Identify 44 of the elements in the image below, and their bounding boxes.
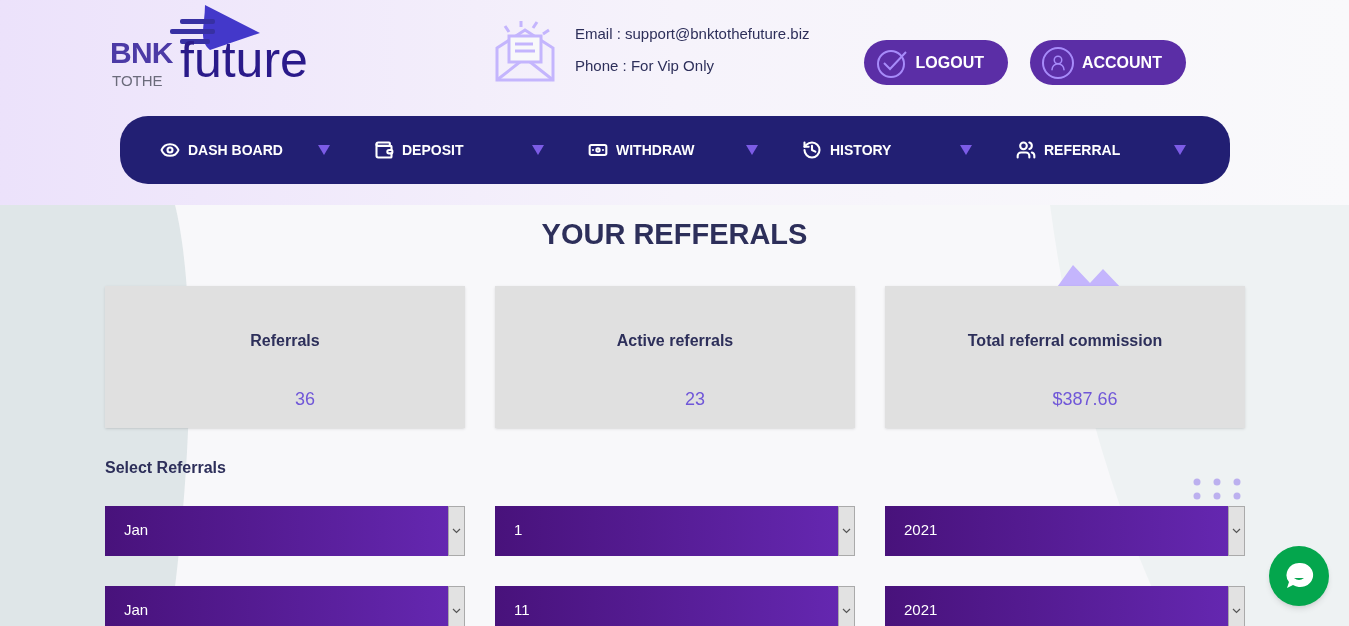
- chevron-down-icon: [452, 527, 461, 534]
- stat-value: $387.66: [1052, 387, 1118, 411]
- dropdown-caret-icon[interactable]: [1174, 145, 1186, 155]
- chevron-down-icon: [1232, 527, 1241, 534]
- page-title: YOUR REFFERALS: [541, 217, 808, 252]
- stat-value: 23: [685, 387, 705, 411]
- nav-item[interactable]: REFERRAL: [1016, 139, 1174, 161]
- email-text: Email : support@bnktothefuture.biz: [575, 24, 810, 44]
- stat-label: Active referrals: [616, 330, 734, 351]
- stat-label: Total referral commission: [967, 330, 1163, 351]
- select-field[interactable]: Jan: [105, 505, 465, 556]
- logout-button[interactable]: LOGOUT: [863, 40, 1008, 85]
- logo-text: future: [180, 35, 308, 85]
- nav-item-icon: [374, 140, 394, 160]
- chevron-down-icon: [842, 607, 851, 614]
- logo-text: TOTHE: [112, 73, 163, 88]
- stat-label: Referrals: [250, 330, 320, 351]
- chevron-down-icon: [842, 527, 851, 534]
- chevron-down-icon: [452, 607, 461, 614]
- phone-text: Phone : For Vip Only: [575, 55, 715, 76]
- nav-item[interactable]: HISTORY: [802, 139, 960, 161]
- account-button[interactable]: ACCOUNT: [1029, 40, 1186, 85]
- select-field[interactable]: 2021: [885, 585, 1245, 626]
- nav-item-icon: [802, 140, 822, 160]
- nav-item[interactable]: WITHDRAW: [588, 139, 746, 161]
- nav-item-icon: [1016, 140, 1036, 160]
- nav-item-icon: [160, 140, 180, 160]
- section-heading: Select Referrals: [105, 458, 226, 476]
- logo-text: BNK: [110, 38, 173, 68]
- dropdown-caret-icon[interactable]: [532, 145, 544, 155]
- chevron-down-icon: [1232, 607, 1241, 614]
- dropdown-caret-icon[interactable]: [960, 145, 972, 155]
- nav-item[interactable]: DEPOSIT: [374, 139, 532, 161]
- select-field[interactable]: 11: [495, 585, 855, 626]
- dropdown-caret-icon[interactable]: [318, 145, 330, 155]
- dropdown-caret-icon[interactable]: [746, 145, 758, 155]
- envelope-icon: [493, 20, 557, 84]
- select-field[interactable]: Jan: [105, 585, 465, 626]
- select-field[interactable]: 2021: [885, 505, 1245, 556]
- stat-value: 36: [295, 387, 315, 411]
- nav-item[interactable]: DASH BOARD: [160, 139, 318, 161]
- chat-bubble-icon: [1284, 561, 1314, 591]
- user-icon: [1041, 46, 1074, 79]
- select-field[interactable]: 1: [495, 505, 855, 556]
